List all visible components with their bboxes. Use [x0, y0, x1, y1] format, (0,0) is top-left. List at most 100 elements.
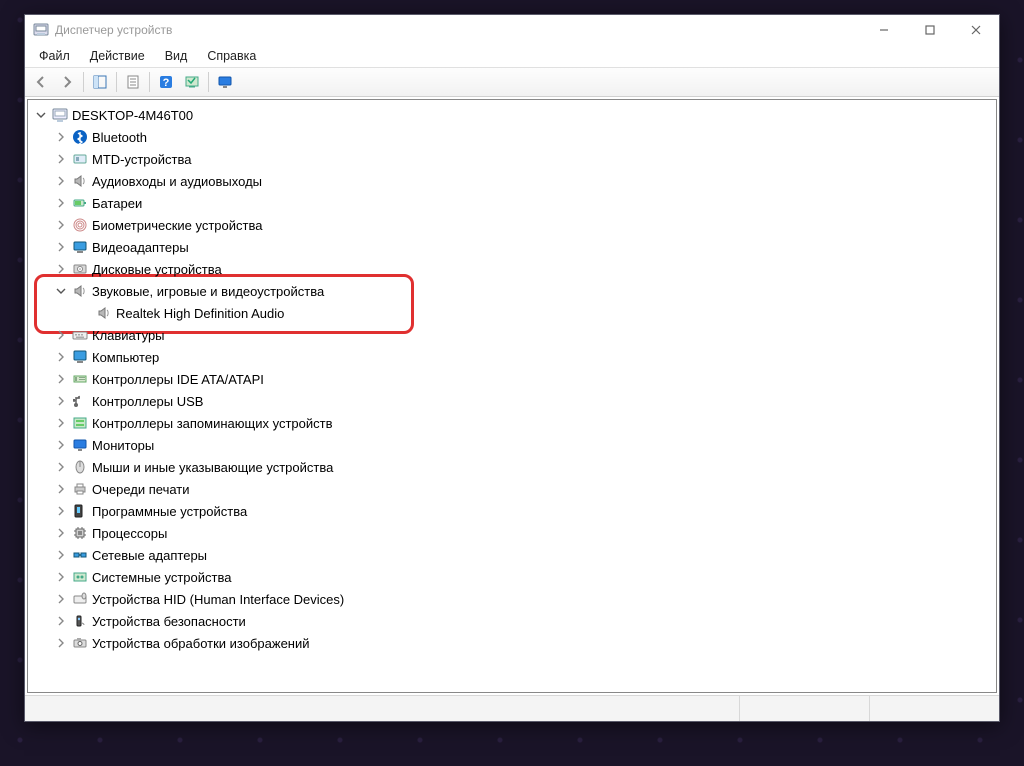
software-icon	[72, 503, 88, 519]
chevron-right-icon[interactable]	[54, 548, 68, 562]
tree-category[interactable]: Дисковые устройства	[28, 258, 996, 280]
display-adapter-icon	[72, 239, 88, 255]
tree-node-label: Клавиатуры	[92, 328, 165, 343]
scan-hardware-button[interactable]	[180, 70, 204, 94]
tree-category[interactable]: Программные устройства	[28, 500, 996, 522]
imaging-icon	[72, 635, 88, 651]
tree-node-label: Мыши и иные указывающие устройства	[92, 460, 333, 475]
tree-node-label: Мониторы	[92, 438, 154, 453]
chevron-right-icon[interactable]	[54, 570, 68, 584]
chevron-right-icon[interactable]	[54, 130, 68, 144]
chevron-right-icon[interactable]	[54, 636, 68, 650]
bluetooth-icon	[72, 129, 88, 145]
chevron-right-icon[interactable]	[54, 526, 68, 540]
chevron-right-icon[interactable]	[54, 350, 68, 364]
chevron-right-icon[interactable]	[54, 240, 68, 254]
help-button[interactable]: ?	[154, 70, 178, 94]
tree-node-label: Устройства безопасности	[92, 614, 246, 629]
chevron-down-icon[interactable]	[34, 108, 48, 122]
tree-category[interactable]: Контроллеры USB	[28, 390, 996, 412]
chevron-right-icon[interactable]	[54, 218, 68, 232]
window-title: Диспетчер устройств	[55, 23, 861, 37]
chevron-right-icon[interactable]	[54, 152, 68, 166]
menu-action[interactable]: Действие	[80, 47, 155, 65]
tree-category[interactable]: Биометрические устройства	[28, 214, 996, 236]
statusbar	[25, 695, 999, 721]
device-tree[interactable]: DESKTOP-4M46T00 BluetoothMTD-устройстваАу…	[27, 99, 997, 693]
forward-button[interactable]	[55, 70, 79, 94]
toolbar: ?	[25, 67, 999, 97]
chevron-right-icon[interactable]	[54, 262, 68, 276]
tree-node-label: DESKTOP-4M46T00	[72, 108, 193, 123]
chevron-right-icon[interactable]	[54, 614, 68, 628]
show-hide-console-button[interactable]	[88, 70, 112, 94]
security-icon	[72, 613, 88, 629]
chevron-down-icon[interactable]	[54, 284, 68, 298]
tree-category[interactable]: Видеоадаптеры	[28, 236, 996, 258]
tree-node-label: Звуковые, игровые и видеоустройства	[92, 284, 324, 299]
printer-icon	[72, 481, 88, 497]
tree-category[interactable]: Мониторы	[28, 434, 996, 456]
monitor-icon	[72, 437, 88, 453]
disk-icon	[72, 261, 88, 277]
tree-category[interactable]: Компьютер	[28, 346, 996, 368]
tree-category[interactable]: Сетевые адаптеры	[28, 544, 996, 566]
chevron-right-icon[interactable]	[54, 416, 68, 430]
tree-node-label: Контроллеры IDE ATA/ATAPI	[92, 372, 264, 387]
tree-category[interactable]: MTD-устройства	[28, 148, 996, 170]
chevron-right-icon[interactable]	[54, 394, 68, 408]
tree-category[interactable]: Устройства обработки изображений	[28, 632, 996, 654]
menubar: Файл Действие Вид Справка	[25, 45, 999, 67]
tree-category[interactable]: Звуковые, игровые и видеоустройства	[28, 280, 996, 302]
battery-icon	[72, 195, 88, 211]
tree-node-label: Контроллеры запоминающих устройств	[92, 416, 332, 431]
tree-node-label: Программные устройства	[92, 504, 247, 519]
keyboard-icon	[72, 327, 88, 343]
chevron-right-icon[interactable]	[54, 196, 68, 210]
tree-category[interactable]: Очереди печати	[28, 478, 996, 500]
hid-icon	[72, 591, 88, 607]
chevron-right-icon[interactable]	[54, 328, 68, 342]
tree-category[interactable]: Клавиатуры	[28, 324, 996, 346]
tree-root[interactable]: DESKTOP-4M46T00	[28, 104, 996, 126]
tree-category[interactable]: Контроллеры IDE ATA/ATAPI	[28, 368, 996, 390]
tree-category[interactable]: Мыши и иные указывающие устройства	[28, 456, 996, 478]
chevron-right-icon[interactable]	[54, 438, 68, 452]
chevron-right-icon[interactable]	[54, 372, 68, 386]
tree-device[interactable]: Realtek High Definition Audio	[28, 302, 996, 324]
chevron-right-icon[interactable]	[54, 482, 68, 496]
toolbar-separator	[208, 72, 209, 92]
titlebar: Диспетчер устройств	[25, 15, 999, 45]
menu-view[interactable]: Вид	[155, 47, 198, 65]
tree-category[interactable]: Контроллеры запоминающих устройств	[28, 412, 996, 434]
menu-help[interactable]: Справка	[197, 47, 266, 65]
tree-category[interactable]: Устройства безопасности	[28, 610, 996, 632]
tree-node-label: Дисковые устройства	[92, 262, 222, 277]
tree-category[interactable]: Аудиовходы и аудиовыходы	[28, 170, 996, 192]
menu-file[interactable]: Файл	[29, 47, 80, 65]
speaker-icon	[72, 173, 88, 189]
tree-category[interactable]: Процессоры	[28, 522, 996, 544]
computer-icon	[72, 349, 88, 365]
monitor-button[interactable]	[213, 70, 237, 94]
computer-root-icon	[52, 107, 68, 123]
toolbar-separator	[83, 72, 84, 92]
properties-button[interactable]	[121, 70, 145, 94]
speaker-icon	[72, 283, 88, 299]
minimize-button[interactable]	[861, 15, 907, 45]
back-button[interactable]	[29, 70, 53, 94]
tree-category[interactable]: Устройства HID (Human Interface Devices)	[28, 588, 996, 610]
tree-node-label: Устройства обработки изображений	[92, 636, 310, 651]
tree-category[interactable]: Bluetooth	[28, 126, 996, 148]
tree-category[interactable]: Батареи	[28, 192, 996, 214]
close-button[interactable]	[953, 15, 999, 45]
chevron-right-icon[interactable]	[54, 460, 68, 474]
maximize-button[interactable]	[907, 15, 953, 45]
tree-category[interactable]: Системные устройства	[28, 566, 996, 588]
chevron-right-icon[interactable]	[54, 592, 68, 606]
chevron-right-icon[interactable]	[54, 504, 68, 518]
chevron-right-icon[interactable]	[54, 174, 68, 188]
mtd-icon	[72, 151, 88, 167]
usb-icon	[72, 393, 88, 409]
tree-node-label: Компьютер	[92, 350, 159, 365]
